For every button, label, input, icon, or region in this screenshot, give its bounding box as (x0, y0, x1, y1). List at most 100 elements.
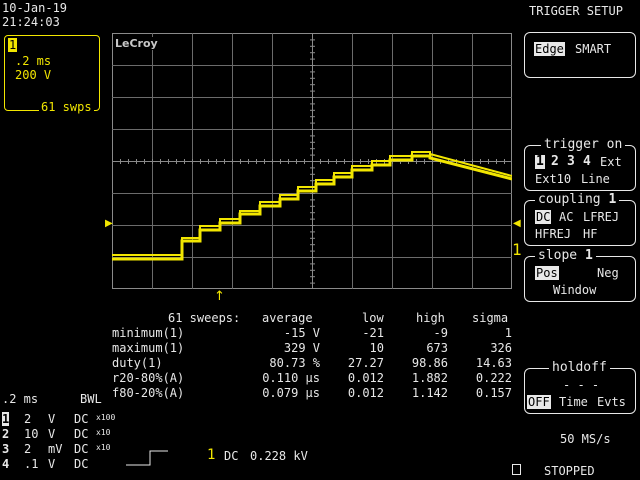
measurement-high: -9 (433, 326, 448, 340)
holdoff-title: holdoff (549, 361, 610, 375)
trigger-on-title: trigger on (541, 138, 626, 152)
date-readout: 10-Jan-19 (2, 1, 68, 15)
channel-coupling: DC (74, 442, 89, 456)
measurement-average: 0.110 µs (262, 371, 320, 385)
source-1[interactable]: 1 (535, 155, 545, 169)
channel-unit: V (48, 457, 56, 471)
bottom-timebase: .2 ms (2, 392, 39, 406)
channel-coupling: DC (74, 427, 89, 441)
channel-info-box[interactable]: 1 .2 ms 200 V 61 swps (4, 35, 100, 114)
trigger-position-icon: ↑ (214, 289, 225, 304)
channel-scale: .1 (24, 457, 39, 471)
holdoff-value: - - - (563, 378, 600, 392)
source-4[interactable]: 4 (583, 155, 591, 169)
measurement-sigma: 326 (490, 341, 512, 355)
source-ext[interactable]: Ext (600, 155, 622, 169)
trigger-coupling: DC (224, 449, 239, 463)
measurement-sigma: 1 (504, 326, 512, 340)
channel-timebase: .2 ms (15, 54, 52, 68)
coupling-hf[interactable]: HF (583, 227, 597, 241)
coupling-menu[interactable]: coupling 1 DC AC LFREJ HFREJ HF (524, 193, 636, 246)
trigger-type-menu[interactable]: Edge SMART (524, 32, 636, 78)
channel-probe: x10 (96, 443, 111, 452)
col-low: low (362, 311, 384, 325)
sweeps-label: 61 sweeps: (168, 311, 241, 325)
channel-unit: mV (48, 442, 63, 456)
coupling-dc[interactable]: DC (535, 210, 552, 224)
waveform-grid (112, 33, 512, 289)
left-level-arrow-icon: ▶ (105, 218, 113, 229)
col-sigma: sigma (472, 311, 509, 325)
holdoff-evts[interactable]: Evts (597, 395, 626, 409)
coupling-lfrej[interactable]: LFREJ (583, 210, 619, 224)
channel-coupling: DC (74, 457, 89, 471)
coupling-ac[interactable]: AC (559, 210, 573, 224)
source-ext10[interactable]: Ext10 (535, 172, 571, 186)
channel-probe: x100 (96, 413, 116, 422)
channel-probe: x10 (96, 428, 111, 437)
channel-num[interactable]: 4 (2, 457, 9, 471)
measurement-sigma: 0.222 (475, 371, 512, 385)
measurement-high: 1.882 (411, 371, 448, 385)
slope-pos[interactable]: Pos (535, 266, 559, 280)
sample-rate: 50 MS/s (560, 432, 611, 446)
col-average: average (262, 311, 313, 325)
acquisition-status: STOPPED (544, 464, 595, 478)
status-indicator-icon (512, 464, 521, 475)
channel-scale: 2 (24, 412, 32, 426)
channel-unit: V (48, 427, 56, 441)
measurement-name: f80-20%(A) (112, 386, 185, 400)
menu-title: TRIGGER SETUP (529, 4, 623, 18)
source-2[interactable]: 2 (551, 155, 559, 169)
waveform-display[interactable]: LeCroy (112, 33, 512, 289)
channel-sweeps: 61 swps (39, 100, 94, 114)
measurement-average: 329 V (283, 341, 320, 355)
measurement-name: r20-80%(A) (112, 371, 185, 385)
brand-logo: LeCroy (114, 37, 159, 50)
source-3[interactable]: 3 (567, 155, 575, 169)
trigger-type-smart[interactable]: SMART (575, 42, 611, 56)
channel-num[interactable]: 3 (2, 442, 9, 456)
measurement-sigma: 14.63 (475, 356, 512, 370)
trace-marker: 1 (512, 240, 522, 259)
measurement-high: 673 (426, 341, 448, 355)
channel-num[interactable]: 2 (2, 427, 9, 441)
coupling-title: coupling 1 (535, 193, 620, 207)
col-high: high (416, 311, 445, 325)
measurement-low: 0.012 (347, 371, 384, 385)
measurement-name: maximum(1) (112, 341, 185, 355)
measurement-name: minimum(1) (112, 326, 185, 340)
channel-number-badge: 1 (8, 38, 18, 52)
measurement-high: 98.86 (411, 356, 448, 370)
slope-window[interactable]: Window (553, 283, 596, 297)
slope-neg[interactable]: Neg (597, 266, 619, 280)
measurement-high: 1.142 (411, 386, 448, 400)
trigger-edge-icon (126, 450, 168, 466)
source-line[interactable]: Line (581, 172, 610, 186)
measurement-low: -21 (362, 326, 384, 340)
bwl-label: BWL (80, 392, 102, 406)
measurement-average: -15 V (283, 326, 320, 340)
measurement-low: 0.012 (347, 386, 384, 400)
trigger-level: 0.228 kV (250, 449, 308, 463)
measurement-low: 10 (369, 341, 384, 355)
measurement-average: 80.73 % (269, 356, 320, 370)
trigger-source-menu[interactable]: trigger on 1 2 3 4 Ext Ext10 Line (524, 138, 636, 191)
channel-unit: V (48, 412, 56, 426)
holdoff-off[interactable]: OFF (527, 395, 551, 409)
measurement-sigma: 0.157 (475, 386, 512, 400)
channel-num[interactable]: 1 (2, 412, 10, 426)
measurement-name: duty(1) (112, 356, 163, 370)
right-level-arrow-icon: ◀ (513, 218, 521, 229)
holdoff-time[interactable]: Time (559, 395, 588, 409)
holdoff-menu[interactable]: holdoff - - - OFF Time Evts (524, 361, 636, 414)
trigger-type-edge[interactable]: Edge (534, 42, 565, 56)
coupling-hfrej[interactable]: HFREJ (535, 227, 571, 241)
measurement-low: 27.27 (347, 356, 384, 370)
channel-coupling: DC (74, 412, 89, 426)
slope-title: slope 1 (535, 249, 596, 263)
channel-scale: 10 (24, 427, 39, 441)
time-readout: 21:24:03 (2, 15, 60, 29)
slope-menu[interactable]: slope 1 Pos Neg Window (524, 249, 636, 302)
channel-volts: 200 V (15, 68, 52, 82)
